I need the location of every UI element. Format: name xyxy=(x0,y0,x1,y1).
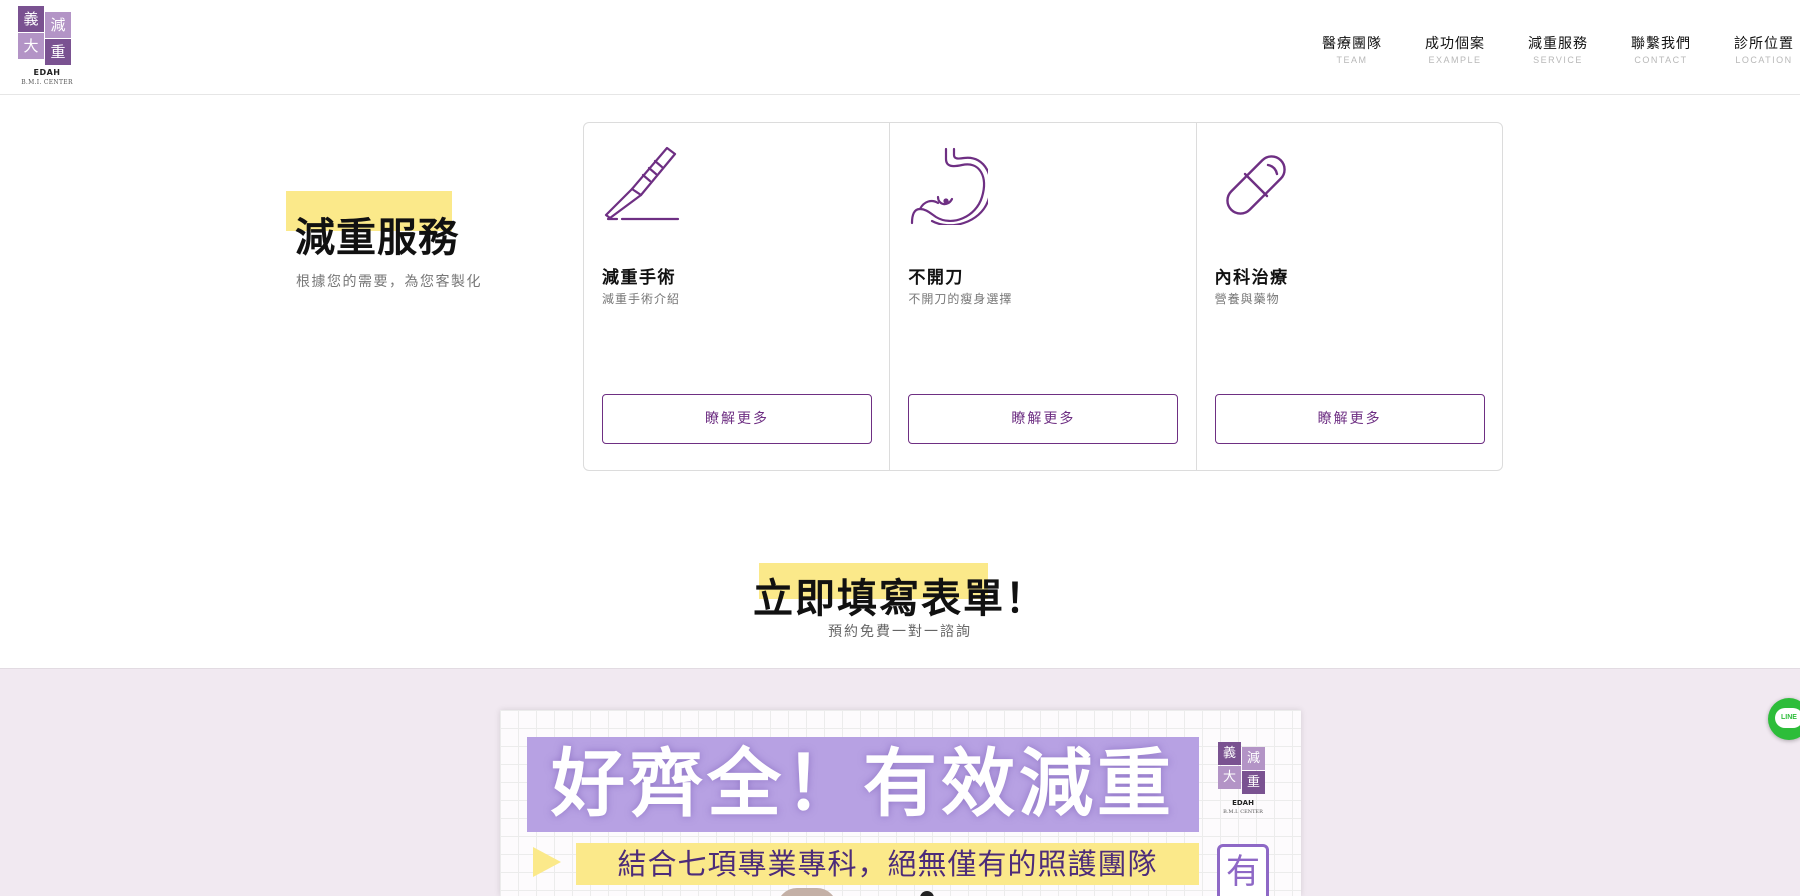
logo-char: 重 xyxy=(45,39,71,65)
logo-char: 大 xyxy=(1218,766,1241,789)
nav-sublabel: SERVICE xyxy=(1533,55,1583,65)
learn-more-button[interactable]: 瞭解更多 xyxy=(908,394,1179,444)
line-icon: LINE xyxy=(1775,708,1800,728)
nav-item-service[interactable]: 減重服務 SERVICE xyxy=(1518,33,1598,65)
learn-more-button[interactable]: 瞭解更多 xyxy=(1214,394,1485,444)
form-subtitle: 預約免費一對一諮詢 xyxy=(828,624,972,640)
logo-char: 義 xyxy=(1218,742,1241,765)
site-logo[interactable]: 義 減 大 重 EDAH B.M.I. CENTER xyxy=(18,6,76,90)
nav-sublabel: CONTACT xyxy=(1634,55,1688,65)
nav-label: 減重服務 xyxy=(1528,36,1588,52)
logo-char: 減 xyxy=(45,12,71,38)
promo-banner[interactable]: 好齊全！有效減重 結合七項專業專科，絕無僅有的照護團隊 義 減 大 重 EDAH… xyxy=(500,710,1301,896)
logo-char: 義 xyxy=(18,6,44,32)
logo-tagline: B.M.I. CENTER xyxy=(1223,809,1263,815)
banner-photo-fragment xyxy=(920,891,934,896)
logo-char: 大 xyxy=(18,33,44,59)
nav-item-team[interactable]: 醫療團隊 TEAM xyxy=(1312,33,1392,65)
card-subtitle: 減重手術介紹 xyxy=(602,292,681,306)
nav-sublabel: LOCATION xyxy=(1735,55,1793,65)
learn-more-button[interactable]: 瞭解更多 xyxy=(602,394,872,444)
logo-char: 重 xyxy=(1242,771,1265,794)
nav-label: 成功個案 xyxy=(1425,36,1485,52)
banner-logo: 義 減 大 重 EDAH B.M.I. CENTER xyxy=(1218,742,1268,832)
nav-item-location[interactable]: 診所位置 LOCATION xyxy=(1724,33,1800,65)
nav-item-example[interactable]: 成功個案 EXAMPLE xyxy=(1415,33,1495,65)
nav-item-contact[interactable]: 聯繫我們 CONTACT xyxy=(1621,33,1701,65)
logo-name: EDAH xyxy=(1232,799,1254,807)
card-title: 減重手術 xyxy=(602,268,676,288)
logo-tagline: B.M.I. CENTER xyxy=(21,79,73,86)
card-title: 不開刀 xyxy=(908,268,964,288)
card-title: 內科治療 xyxy=(1214,268,1289,288)
play-arrow-icon xyxy=(533,847,561,877)
site-header: 義 減 大 重 EDAH B.M.I. CENTER 醫療團隊 TEAM 成功個… xyxy=(0,0,1800,95)
services-title: 減重服務 xyxy=(295,215,459,261)
logo-char: 減 xyxy=(1242,747,1265,770)
banner-tag: 有 xyxy=(1217,844,1269,896)
pill-icon xyxy=(1225,155,1286,215)
nav-label: 醫療團隊 xyxy=(1322,36,1382,52)
banner-subline: 結合七項專業專科，絕無僅有的照護團隊 xyxy=(617,847,1158,881)
card-subtitle: 不開刀的瘦身選擇 xyxy=(908,292,1013,306)
banner-headline: 好齊全！有效減重 xyxy=(551,741,1175,827)
nav-label: 診所位置 xyxy=(1734,36,1794,52)
banner-photo-fragment xyxy=(777,888,837,896)
service-card-medical: 內科治療 營養與藥物 瞭解更多 xyxy=(1197,123,1502,470)
nav-sublabel: TEAM xyxy=(1336,55,1368,65)
stomach-icon xyxy=(911,147,989,225)
nav-label: 聯繫我們 xyxy=(1631,36,1691,52)
scalpel-icon xyxy=(604,146,680,221)
form-title: 立即填寫表單！ xyxy=(753,576,1047,622)
logo-name: EDAH xyxy=(33,68,61,77)
nav-sublabel: EXAMPLE xyxy=(1428,55,1482,65)
services-subtitle: 根據您的需要，為您客製化 xyxy=(296,274,482,290)
service-cards: 減重手術 減重手術介紹 瞭解更多 不開刀 不開刀的瘦身選擇 瞭解更多 內科治療 xyxy=(583,122,1503,471)
service-card-surgery: 減重手術 減重手術介紹 瞭解更多 xyxy=(584,123,891,470)
service-card-nonsurgical: 不開刀 不開刀的瘦身選擇 瞭解更多 xyxy=(890,123,1197,470)
card-subtitle: 營養與藥物 xyxy=(1214,292,1280,306)
